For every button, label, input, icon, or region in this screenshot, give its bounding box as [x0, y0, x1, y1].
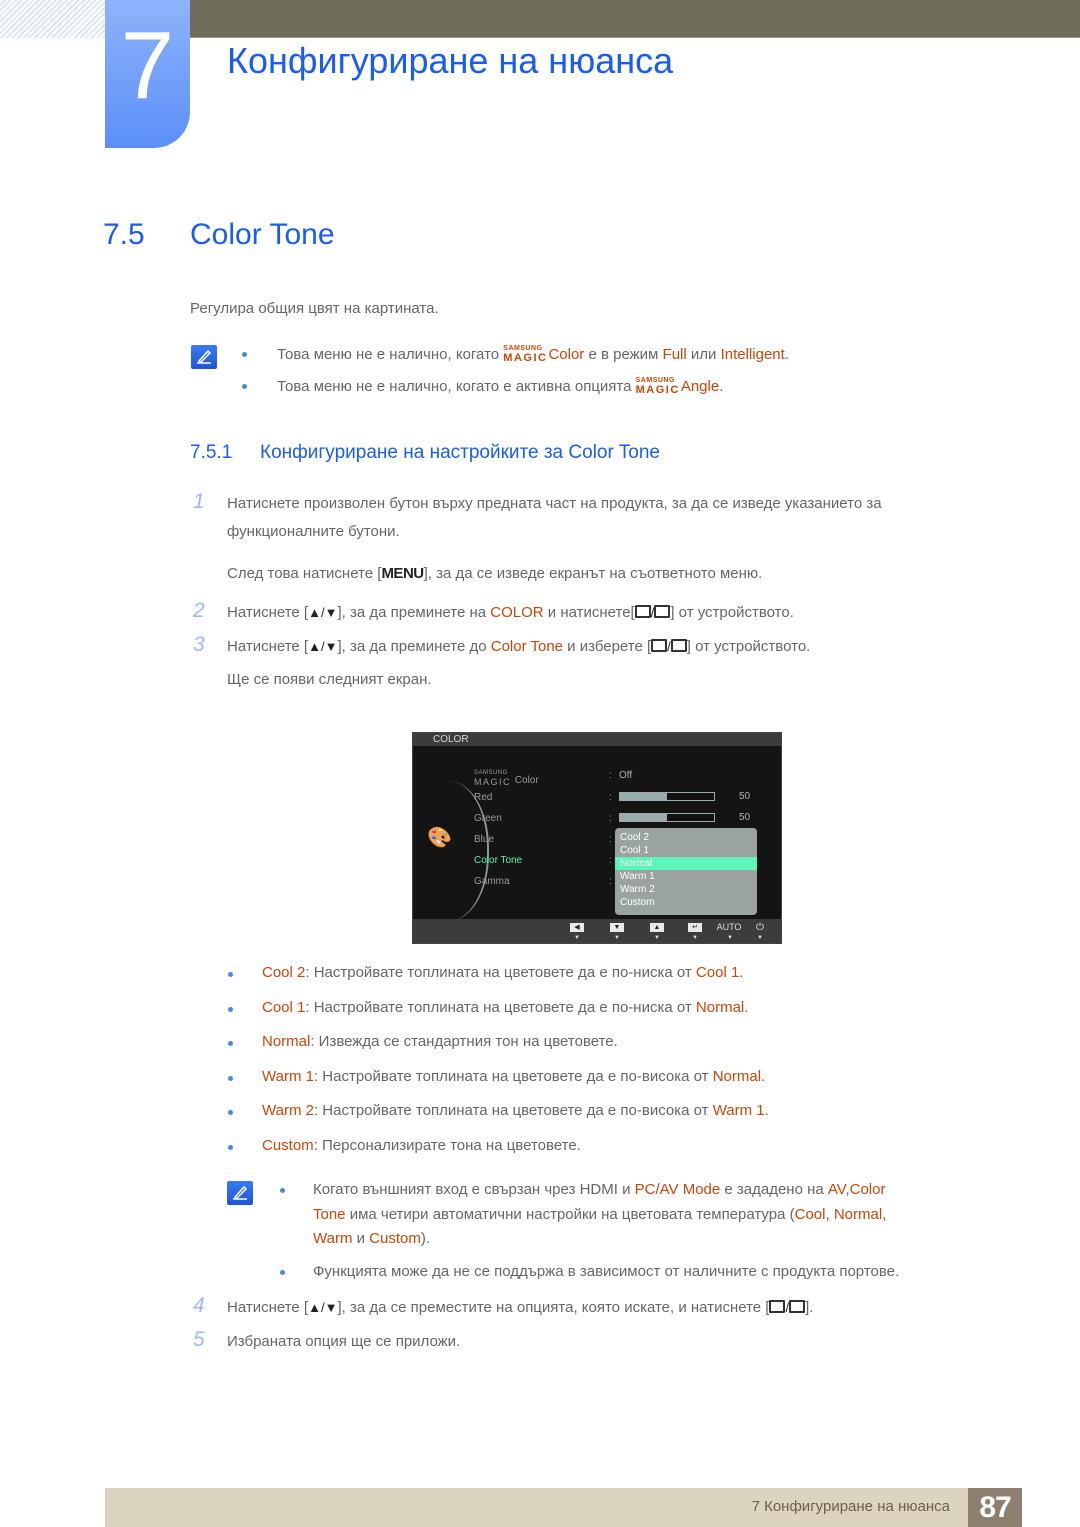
step-number: 1	[193, 490, 205, 513]
bullet	[280, 1188, 285, 1193]
osd-item-blue: Blue	[474, 834, 495, 845]
bullet	[242, 384, 247, 389]
note-icon	[227, 1181, 253, 1205]
step-text: Натиснете [▲/▼], за да преминете до Colo…	[227, 638, 811, 655]
step-text: Избраната опция ще се приложи.	[227, 1333, 461, 1350]
step-text: Натиснете произволен бутон върху преднат…	[227, 495, 882, 512]
up-down-keys-icon: ▲/▼	[308, 1300, 338, 1315]
bullet	[228, 972, 233, 977]
step-text: След това натиснете [MENU], за да се изв…	[227, 565, 763, 582]
osd-magic-color-value: Off	[619, 770, 633, 781]
power-icon: ⏻	[756, 922, 764, 933]
osd-green-value: 50	[739, 812, 751, 823]
auto-label: AUTO	[716, 922, 742, 932]
osd-color-tone-options: Cool 2 Cool 1 Normal Warm 1 Warm 2 Custo…	[615, 828, 757, 915]
note-icon	[191, 345, 217, 369]
section-title: Color Tone	[190, 218, 335, 251]
left-arrow-icon: ◀	[570, 923, 584, 932]
step-number: 5	[193, 1328, 205, 1351]
osd-option-warm-2: Warm 2	[620, 884, 655, 895]
chapter-number-badge: 7	[105, 0, 190, 148]
osd-option-normal: Normal	[615, 857, 757, 870]
section-intro: Регулира общия цвят на картината.	[190, 300, 439, 317]
note-line: Това меню не е налично, когато SAMSUNG MA…	[277, 345, 789, 364]
section-number: 7.5	[103, 218, 145, 251]
page-footer: 7 Конфигуриране на нюанса 87	[105, 1488, 1022, 1527]
source-key-icon	[651, 639, 668, 652]
option-description: Custom: Персонализирате тона на цветовет…	[262, 1136, 581, 1154]
step-number: 2	[193, 599, 205, 622]
note-line: Warm и Custom).	[313, 1230, 431, 1247]
note-line: Функцията може да не се поддържа в завис…	[313, 1263, 900, 1280]
enter-key-icon	[789, 1300, 806, 1313]
source-key-icon	[769, 1300, 786, 1313]
samsung-magic-logo: SAMSUNG MAGIC	[503, 345, 548, 364]
up-arrow-icon: ▲	[650, 923, 664, 932]
option-description: Cool 1: Настройвате топлината на цветове…	[262, 998, 749, 1016]
enter-key-icon	[654, 605, 671, 618]
samsung-magic-logo: SAMSUNG MAGIC	[635, 377, 680, 396]
down-arrow-icon: ▼	[610, 923, 624, 932]
header-bar	[190, 0, 1080, 38]
osd-option-cool-1: Cool 1	[620, 845, 649, 856]
osd-header: COLOR	[413, 733, 781, 746]
step-text: Ще се появи следният екран.	[227, 671, 432, 688]
osd-item-magic-color: SAMSUNG MAGIC Color	[474, 770, 539, 787]
source-key-icon	[634, 605, 651, 618]
osd-option-cool-2: Cool 2	[620, 832, 649, 843]
osd-item-color-tone: Color Tone	[474, 855, 523, 866]
osd-color-menu-screenshot: COLOR 🎨 SAMSUNG MAGIC Color : Off Red : 5…	[412, 732, 782, 944]
menu-key: MENU	[381, 565, 424, 582]
header-hatch-pattern	[0, 0, 105, 38]
note-line: Когато външният вход е свързан чрез HDMI…	[313, 1181, 886, 1198]
chapter-title: Конфигуриране на нюанса	[227, 40, 674, 81]
bullet	[228, 1041, 233, 1046]
option-description: Cool 2: Настройвате топлината на цветове…	[262, 964, 744, 981]
up-down-keys-icon: ▲/▼	[308, 605, 338, 620]
bullet	[228, 1110, 233, 1115]
osd-item-gamma: Gamma	[474, 876, 510, 887]
bullet	[228, 1144, 233, 1150]
osd-red-value: 50	[739, 791, 751, 802]
enter-key-icon	[670, 639, 687, 652]
up-down-keys-icon: ▲/▼	[308, 639, 338, 654]
step-number: 4	[193, 1294, 205, 1317]
footer-chapter-title: 7 Конфигуриране на нюанса	[751, 1498, 950, 1515]
page-number: 87	[968, 1488, 1022, 1527]
enter-icon: ↵	[688, 923, 702, 932]
osd-red-slider	[619, 792, 715, 801]
option-description: Normal: Извежда се стандартния тон на цв…	[262, 1033, 618, 1050]
palette-icon: 🎨	[427, 827, 452, 849]
osd-green-slider	[619, 813, 715, 822]
osd-item-green: Green	[474, 813, 502, 824]
option-description: Warm 1: Настройвате топлината на цветове…	[262, 1067, 766, 1085]
step-text: Натиснете [▲/▼], за да се преместите на …	[227, 1299, 814, 1316]
osd-item-red: Red	[474, 792, 493, 803]
subsection-heading: 7.5.1 Конфигуриране на настройките за Col…	[190, 442, 660, 463]
option-description: Warm 2: Настройвате топлината на цветове…	[262, 1102, 769, 1119]
note-line: Това меню не е налично, когато е активна…	[277, 377, 724, 396]
bullet	[228, 1006, 233, 1012]
osd-footer: ◀ ▼ ▲ ↵ AUTO ⏻ ▼ ▼ ▼ ▼ ▼ ▼	[413, 919, 781, 943]
osd-option-warm-1: Warm 1	[620, 871, 655, 882]
note-line: Tone има четири автоматични настройки на…	[313, 1206, 887, 1223]
step-number: 3	[193, 633, 205, 656]
step-text: Натиснете [▲/▼], за да преминете на COLO…	[227, 604, 794, 621]
bullet	[280, 1270, 285, 1275]
osd-option-custom: Custom	[620, 897, 655, 908]
step-text: функционалните бутони.	[227, 523, 400, 540]
bullet	[228, 1075, 233, 1081]
bullet	[242, 352, 247, 357]
